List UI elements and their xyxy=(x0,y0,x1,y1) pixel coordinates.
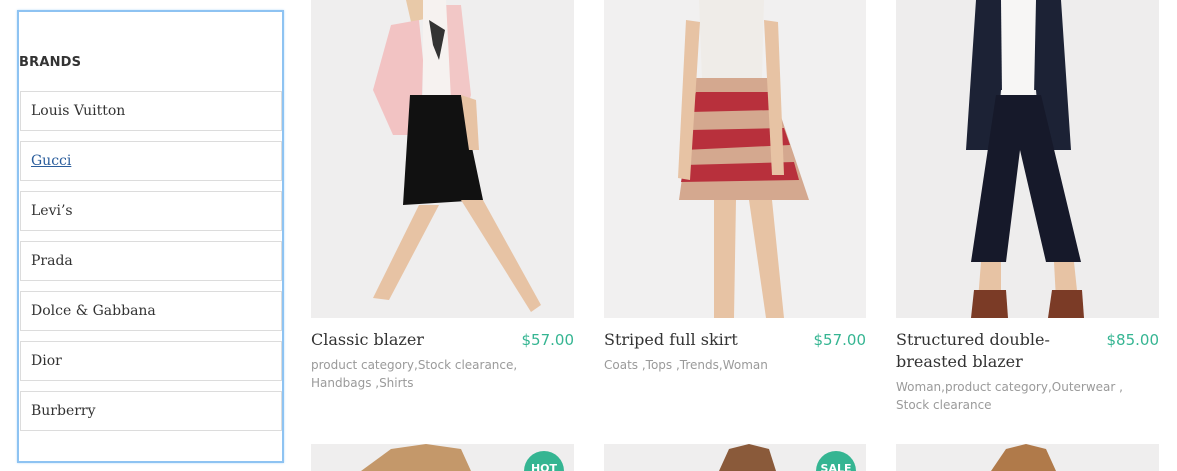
brand-item-prada[interactable]: Prada xyxy=(20,241,282,281)
product-image-next-3[interactable] xyxy=(896,444,1159,471)
product-price: $57.00 xyxy=(521,331,575,349)
brand-label: Dior xyxy=(31,353,62,369)
product-card-striped-skirt[interactable]: Striped full skirt $57.00 Coats ,Tops ,T… xyxy=(604,0,866,400)
brand-item-burberry[interactable]: Burberry xyxy=(20,391,282,431)
brand-item-dolce-gabbana[interactable]: Dolce & Gabbana xyxy=(20,291,282,331)
brand-label: Louis Vuitton xyxy=(31,103,126,119)
product-image[interactable] xyxy=(896,0,1159,318)
brand-item-louis-vuitton[interactable]: Louis Vuitton xyxy=(20,91,282,131)
product-card-classic-blazer[interactable]: Classic blazer $57.00 product category,S… xyxy=(311,0,574,400)
brand-item-levis[interactable]: Levi’s xyxy=(20,191,282,231)
model-illustration xyxy=(896,0,1159,318)
product-name[interactable]: Classic blazer xyxy=(311,329,501,351)
brand-label: Dolce & Gabbana xyxy=(31,303,156,319)
model-illustration xyxy=(604,0,866,318)
product-name[interactable]: Structured double-breasted blazer xyxy=(896,329,1066,373)
model-illustration xyxy=(311,0,574,318)
brand-label: Levi’s xyxy=(31,203,73,219)
product-image[interactable] xyxy=(311,0,574,318)
product-categories[interactable]: Coats ,Tops ,Trends,Woman xyxy=(604,356,834,374)
product-price: $85.00 xyxy=(1106,331,1160,349)
product-categories[interactable]: product category,Stock clearance, Handba… xyxy=(311,356,541,392)
brand-item-dior[interactable]: Dior xyxy=(20,341,282,381)
brands-sidebar: BRANDS Louis Vuitton Gucci Levi’s Prada … xyxy=(17,10,284,463)
model-illustration xyxy=(896,444,1159,471)
product-price: $57.00 xyxy=(813,331,867,349)
product-name[interactable]: Striped full skirt xyxy=(604,329,794,351)
product-categories[interactable]: Woman,product category,Outerwear , Stock… xyxy=(896,378,1146,414)
product-image[interactable] xyxy=(604,0,866,318)
brand-label: Gucci xyxy=(31,153,72,169)
brands-heading: BRANDS xyxy=(19,55,82,70)
brand-label: Burberry xyxy=(31,403,96,419)
brand-label: Prada xyxy=(31,253,73,269)
product-card-double-breasted-blazer[interactable]: Structured double-breasted blazer $85.00… xyxy=(896,0,1159,420)
brand-item-gucci[interactable]: Gucci xyxy=(20,141,282,181)
